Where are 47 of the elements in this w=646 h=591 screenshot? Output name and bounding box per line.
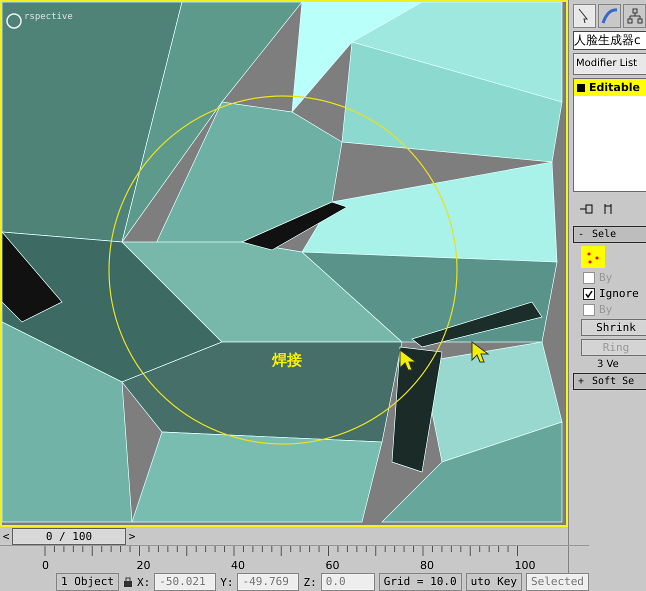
viewport[interactable]: rspective 焊接 xyxy=(0,0,568,527)
pin-icon[interactable] xyxy=(579,203,593,215)
checkbox-label: Ignore xyxy=(599,287,639,300)
y-label: Y: xyxy=(220,576,234,588)
x-field[interactable]: -50.021 xyxy=(154,573,216,591)
selection-count: 1 Object xyxy=(56,573,119,591)
vertex-mode-icon[interactable] xyxy=(581,246,605,268)
y-field[interactable]: -49.769 xyxy=(237,573,300,591)
x-label: X: xyxy=(136,576,150,588)
next-frame-button[interactable]: > xyxy=(126,530,138,542)
track-tick-label: 100 xyxy=(514,559,536,572)
track-tick-label: 60 xyxy=(326,559,340,572)
expand-icon xyxy=(577,84,585,92)
rollout-header[interactable]: - Sele xyxy=(573,226,646,243)
panel-tab[interactable] xyxy=(623,4,646,28)
object-name-field[interactable]: 人脸生成器c xyxy=(573,31,646,50)
stack-icon[interactable] xyxy=(603,203,613,215)
rollout-sign: + xyxy=(578,376,584,387)
key-mode-dropdown[interactable]: Selected xyxy=(526,573,589,591)
rollout-title: Sele xyxy=(592,229,616,240)
time-slider-thumb[interactable]: 0 / 100 xyxy=(12,528,126,544)
annotation-text: 焊接 xyxy=(272,351,302,370)
rollout-button[interactable]: Shrink xyxy=(581,319,646,336)
selection-info: 3 Ve xyxy=(596,359,620,370)
viewport-label: rspective xyxy=(24,12,73,22)
track-tick-label: 40 xyxy=(231,559,245,572)
auto-key-button[interactable]: uto Key xyxy=(466,573,522,591)
rollout-title: Soft Se xyxy=(592,376,634,387)
curve-icon xyxy=(600,6,620,26)
rollout-sign: - xyxy=(578,229,584,240)
modifier-list-dropdown[interactable]: Modifier List xyxy=(573,53,646,75)
lock-icon[interactable] xyxy=(122,576,133,588)
cursor-arrow-icon xyxy=(398,348,418,372)
track-tick-label: 20 xyxy=(136,559,150,572)
cursor-arrow-icon xyxy=(470,340,490,364)
z-field[interactable]: 0.0 xyxy=(320,573,375,591)
track-tick-label: 80 xyxy=(420,559,434,572)
hierarchy-icon xyxy=(624,6,644,26)
viewport-nav-icon xyxy=(5,12,23,30)
z-label: Z: xyxy=(303,576,317,588)
grid-readout: Grid = 10.0 xyxy=(378,573,462,591)
panel-tab[interactable] xyxy=(573,4,596,28)
track-tick-label: 0 xyxy=(42,559,49,572)
previous-frame-button[interactable]: < xyxy=(0,530,12,542)
stack-item[interactable]: Editable xyxy=(574,79,646,96)
rollout-header[interactable]: + Soft Se xyxy=(573,373,646,390)
checkbox[interactable] xyxy=(583,288,595,300)
